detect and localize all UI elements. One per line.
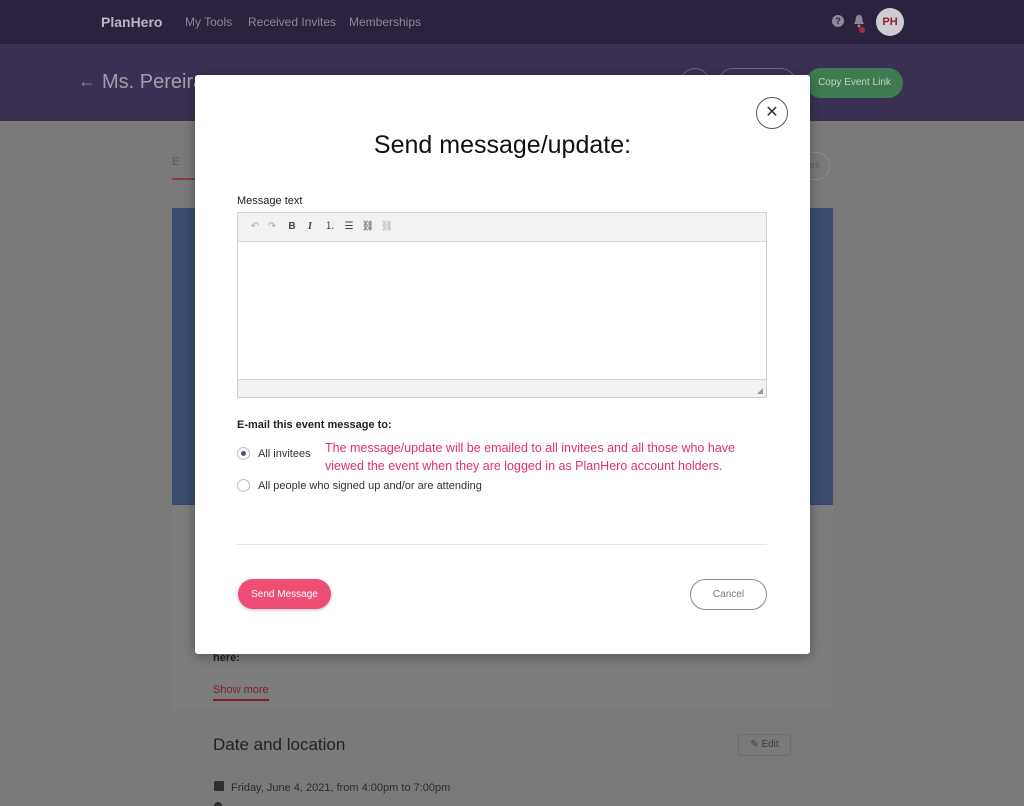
nav-received-invites[interactable]: Received Invites [248, 15, 336, 29]
calendar-icon [214, 781, 224, 791]
radio-all-invitees-label[interactable]: All invitees [258, 448, 311, 460]
back-arrow-icon[interactable]: ← [78, 71, 96, 92]
close-modal-button[interactable]: ✕ [756, 97, 788, 129]
link-button[interactable]: ⛓ [361, 220, 375, 234]
link-icon: ⛓ [361, 221, 375, 232]
edit-date-button[interactable]: ✎ Edit [738, 734, 791, 756]
message-text-area[interactable] [238, 243, 766, 379]
redo-icon: ↷ [267, 221, 277, 232]
recipients-note: The message/update will be emailed to al… [325, 441, 735, 473]
italic-icon: I [308, 221, 312, 232]
nav-my-tools[interactable]: My Tools [185, 15, 232, 29]
location-pin-icon [214, 802, 222, 806]
undo-icon: ↶ [250, 221, 260, 232]
tab-event[interactable]: E [172, 156, 179, 168]
modal-title: Send message/update: [373, 131, 632, 159]
help-icon[interactable]: ? [832, 15, 844, 27]
undo-button[interactable]: ↶ [248, 220, 262, 234]
radio-signed-up[interactable] [237, 479, 250, 492]
date-location-heading: Date and location [213, 735, 346, 754]
numbered-list-icon: ⒈ [325, 221, 335, 232]
copy-event-link-button[interactable]: Copy Event Link [806, 68, 903, 98]
editor-toolbar: ↶ ↷ B I ⒈ ☰ ⛓ ⛓ [238, 213, 766, 242]
unlink-icon: ⛓ [380, 221, 394, 232]
event-title: Ms. Pereira [102, 71, 205, 93]
send-message-button[interactable]: Send Message [238, 579, 331, 609]
avatar[interactable]: PH [876, 8, 904, 36]
brand-logo[interactable]: PlanHero [101, 14, 162, 30]
redo-button[interactable]: ↷ [265, 220, 279, 234]
resize-handle-icon[interactable] [757, 388, 763, 394]
editor-statusbar [238, 379, 766, 397]
event-date-text: Friday, June 4, 2021, from 4:00pm to 7:0… [231, 782, 451, 794]
radio-signed-up-label[interactable]: All people who signed up and/or are atte… [258, 480, 482, 492]
numbered-list-button[interactable]: ⒈ [323, 220, 337, 234]
bullet-list-icon: ☰ [344, 221, 354, 232]
close-icon: ✕ [765, 104, 779, 121]
rich-text-editor: ↶ ↷ B I ⒈ ☰ ⛓ ⛓ [237, 212, 767, 398]
bold-button[interactable]: B [286, 220, 298, 234]
bell-icon[interactable] [853, 14, 865, 28]
message-text-label: Message text [237, 195, 303, 207]
show-more-link[interactable]: Show more [213, 684, 269, 701]
italic-button[interactable]: I [304, 220, 316, 234]
radio-all-invitees[interactable] [237, 447, 250, 460]
modal-divider [237, 544, 767, 545]
bold-icon: B [288, 221, 296, 232]
email-recipients-label: E-mail this event message to: [237, 419, 392, 431]
cancel-button[interactable]: Cancel [690, 579, 767, 610]
bullet-list-button[interactable]: ☰ [342, 220, 356, 234]
active-tab-indicator [172, 178, 196, 180]
unlink-button[interactable]: ⛓ [380, 220, 394, 234]
nav-memberships[interactable]: Memberships [349, 15, 421, 29]
notification-dot [859, 27, 865, 33]
